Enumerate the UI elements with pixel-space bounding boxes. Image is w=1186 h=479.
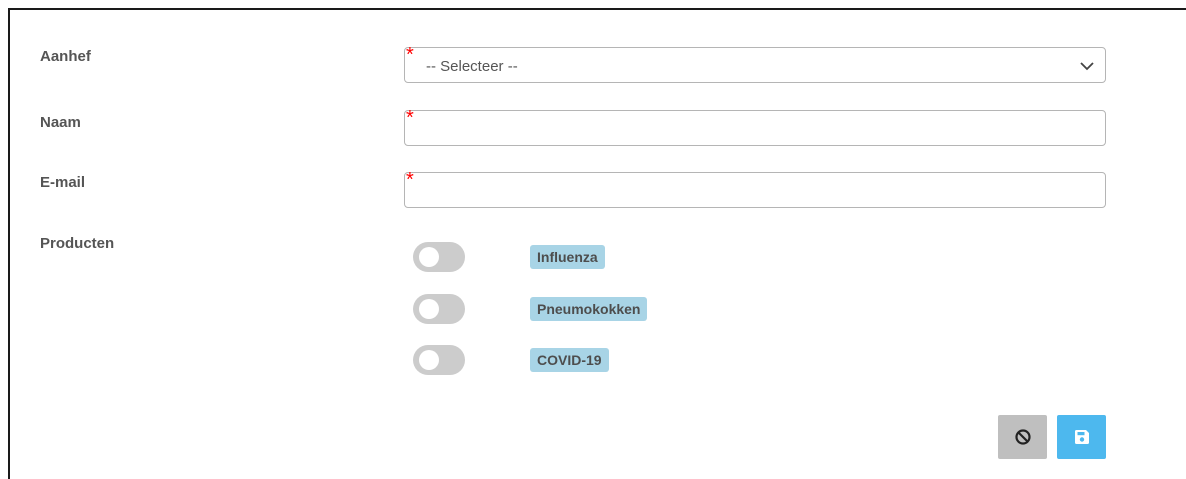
ban-icon bbox=[1014, 429, 1031, 445]
chevron-down-icon bbox=[1080, 62, 1094, 71]
product-tag: COVID-19 bbox=[530, 348, 609, 372]
required-indicator: * bbox=[406, 169, 414, 191]
product-tag: Pneumokokken bbox=[530, 297, 648, 321]
influenza-toggle[interactable] bbox=[413, 242, 465, 272]
aanhef-label: Aanhef bbox=[40, 48, 91, 65]
floppy-disk-icon bbox=[1074, 430, 1089, 444]
email-label: E-mail bbox=[40, 174, 86, 191]
covid19-toggle[interactable] bbox=[413, 345, 465, 375]
email-input[interactable]: * bbox=[404, 169, 1106, 208]
toggle-knob bbox=[419, 247, 439, 267]
naam-label: Naam bbox=[40, 114, 81, 131]
aanhef-selected-value: -- Selecteer -- bbox=[426, 58, 518, 75]
required-indicator: * bbox=[406, 107, 414, 129]
naam-input[interactable]: * bbox=[404, 107, 1106, 146]
required-indicator: * bbox=[406, 44, 414, 66]
toggle-knob bbox=[419, 350, 439, 370]
producten-label: Producten bbox=[40, 235, 115, 252]
cancel-button[interactable] bbox=[998, 415, 1047, 459]
save-button[interactable] bbox=[1057, 415, 1106, 459]
pneumokokken-toggle[interactable] bbox=[413, 294, 465, 324]
aanhef-select[interactable]: * -- Selecteer -- bbox=[404, 44, 1106, 83]
product-tag: Influenza bbox=[530, 245, 605, 269]
toggle-knob bbox=[419, 299, 439, 319]
